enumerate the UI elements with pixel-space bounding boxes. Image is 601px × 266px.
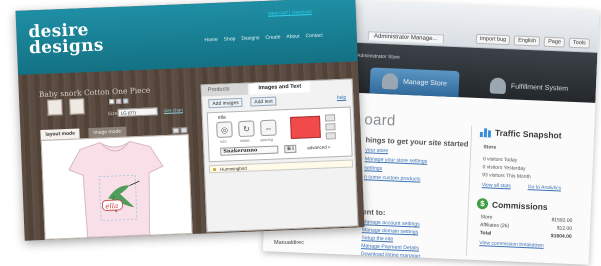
nav-designs[interactable]: Designs: [241, 35, 259, 42]
color-swatch[interactable]: [116, 98, 122, 104]
size-knob-icon[interactable]: ◎: [216, 121, 233, 138]
caption-text: Manualdirec: [274, 240, 304, 246]
account-link[interactable]: Manage domain settings: [362, 227, 419, 235]
text-layer-editor: ella ◎ ↻ ⇔ size rotate spacing Snakerunn…: [206, 106, 353, 163]
product-thumbnail[interactable]: [69, 98, 85, 115]
nav-create[interactable]: Create: [265, 34, 280, 41]
layer-list-item[interactable]: Hummingbird: [208, 159, 354, 174]
knob-label: size: [219, 139, 227, 144]
nav-home[interactable]: Home: [204, 37, 218, 44]
section-heading: hings to get your site started: [365, 135, 469, 149]
tab-images-and-text[interactable]: Images and Text: [249, 81, 311, 95]
tab-label: Fulfillment System: [510, 82, 569, 93]
analytics-link[interactable]: Go to Analytics: [528, 184, 562, 191]
color-swatch[interactable]: [109, 99, 115, 105]
canvas-text: ella: [105, 202, 118, 211]
knob-label: rotate: [239, 138, 250, 144]
commission-row: Total $1604.00: [479, 230, 572, 240]
nav-contact[interactable]: Contact: [305, 33, 322, 40]
traffic-line: 93 visitors This Month: [482, 172, 531, 181]
traffic-label: Store: [483, 144, 497, 151]
nav-shop[interactable]: Shop: [224, 36, 236, 42]
getting-started-link[interactable]: n some custom products: [364, 174, 421, 182]
traffic-line: 0 visitors Today: [482, 156, 518, 164]
tools-menu-button[interactable]: Tools: [568, 37, 591, 49]
text-color-swatch[interactable]: [289, 115, 321, 139]
spacing-knob-icon[interactable]: ⇔: [260, 119, 277, 137]
add-text-button[interactable]: Add text: [250, 96, 277, 107]
traffic-snapshot-heading: Traffic Snapshot: [479, 126, 562, 140]
add-images-button[interactable]: Add images: [208, 97, 243, 109]
size-select[interactable]: LG (0?): [117, 107, 158, 117]
account-link[interactable]: Manage Payment Details: [361, 243, 419, 251]
tab-fulfillment-system[interactable]: Fulfillment System: [477, 72, 580, 102]
getting-started-link[interactable]: Manage your store settings: [365, 156, 428, 165]
knob-label: spacing: [259, 137, 274, 143]
import-bug-button[interactable]: Import bug: [475, 33, 511, 46]
layer-control[interactable]: [325, 132, 336, 140]
store-logo[interactable]: desire designs: [28, 20, 104, 58]
product-title: Baby snork Cotton One Piece: [38, 85, 151, 100]
design-canvas[interactable]: ella: [40, 134, 193, 240]
product-designer-screenshot: desire designs view cart | checkout Home…: [15, 0, 365, 241]
layer-control[interactable]: [324, 114, 336, 122]
page-menu-button[interactable]: Page: [543, 36, 566, 48]
account-link[interactable]: Manage account settings: [362, 219, 420, 227]
commission-breakdown-link[interactable]: View commission breakdown: [479, 240, 544, 249]
dollar-icon: $: [476, 197, 489, 210]
tab-manage-store[interactable]: Manage Store: [369, 67, 460, 98]
bullet-icon: [212, 167, 217, 172]
color-swatch[interactable]: [123, 98, 129, 104]
advanced-link[interactable]: advanced »: [307, 144, 330, 150]
getting-started-link[interactable]: settings: [364, 165, 382, 172]
size-chart-link[interactable]: size chart: [164, 107, 183, 113]
nav-about[interactable]: About: [286, 34, 299, 41]
font-select[interactable]: Snakerunno: [220, 145, 279, 156]
bold-italic-toggle[interactable]: B I: [284, 144, 297, 154]
account-link[interactable]: Setup the site: [361, 235, 393, 242]
tab-products[interactable]: Products: [201, 83, 249, 97]
bar-chart-icon: [479, 126, 492, 138]
layer-title: ella: [217, 114, 226, 121]
size-label: Size: [107, 110, 118, 118]
section-heading: ent to:: [362, 207, 386, 218]
design-tools-panel: Products Images and Text Add images Add …: [200, 78, 359, 233]
view-stats-link[interactable]: View all stats: [482, 182, 511, 189]
tab-label: Manage Store: [402, 78, 448, 88]
layer-control[interactable]: [325, 123, 336, 131]
commissions-heading: $ Commissions: [476, 197, 548, 212]
getting-started-link[interactable]: your store: [365, 147, 388, 154]
person-icon: [381, 72, 399, 90]
page-title: oard: [364, 111, 396, 130]
product-thumbnail[interactable]: [47, 99, 63, 116]
person-icon: [489, 77, 507, 95]
zoom-control[interactable]: [180, 127, 188, 134]
language-button[interactable]: English: [513, 35, 541, 47]
help-link[interactable]: help: [337, 95, 347, 101]
onesie-preview: ella: [68, 140, 164, 238]
rotate-knob-icon[interactable]: ↻: [238, 120, 255, 138]
zoom-control[interactable]: [172, 127, 180, 134]
traffic-line: 0 visitors Yesterday: [482, 164, 526, 172]
account-link[interactable]: Download listing manager: [361, 251, 421, 259]
